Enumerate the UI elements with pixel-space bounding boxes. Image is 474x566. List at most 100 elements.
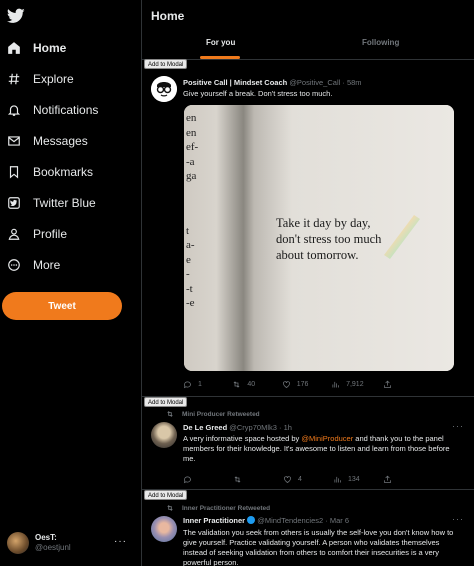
more-circle-icon	[8, 259, 20, 271]
tweet-header: Inner Practitioner @MindTendencies2 · Ma…	[183, 516, 350, 525]
tweet-text: A very informative space hosted by @Mini…	[183, 434, 450, 463]
reply-icon	[183, 381, 191, 388]
bookmark-icon	[9, 166, 19, 179]
person-icon	[8, 228, 20, 240]
add-to-modal-button[interactable]: Add to Modal	[144, 397, 188, 407]
tweet-avatar[interactable]	[151, 516, 177, 542]
reply-button[interactable]: 1	[183, 378, 213, 390]
tweet-header: Positive Call | Mindset Coach @Positive_…	[183, 78, 362, 87]
add-to-modal-button[interactable]: Add to Modal	[144, 490, 188, 500]
retweeted-by[interactable]: Inner Practitioner Retweeted	[182, 505, 270, 512]
nav-bookmarks[interactable]: Bookmarks	[7, 161, 93, 183]
retweet-count: 40	[247, 380, 256, 388]
verified-badge-icon	[247, 516, 256, 524]
nav-bookmarks-label: Bookmarks	[33, 165, 94, 179]
share-icon	[384, 475, 391, 483]
nav-twitter-blue[interactable]: Twitter Blue	[7, 192, 96, 214]
nav-messages[interactable]: Messages	[7, 130, 88, 152]
account-avatar	[7, 532, 29, 554]
account-switcher[interactable]: OesT: @oestjunl ···	[7, 530, 137, 556]
reply-button[interactable]	[183, 473, 213, 485]
retweeted-by[interactable]: Mini Producer Retweeted	[182, 411, 260, 418]
retweet-icon	[167, 411, 173, 417]
bar-chart-icon	[334, 476, 341, 482]
share-button[interactable]	[383, 378, 413, 390]
account-more-icon[interactable]: ···	[114, 536, 127, 547]
nav-messages-label: Messages	[33, 134, 88, 148]
retweet-button[interactable]	[233, 473, 263, 485]
tweet-author-name[interactable]: De Le Greed	[183, 423, 227, 432]
like-count: 176	[296, 380, 309, 388]
tweet-actions: 1 40 176 7,912	[183, 378, 413, 390]
nav-home[interactable]: Home	[7, 37, 66, 59]
tweet-media-image[interactable]: en en ef- -a ga t a- e - -t -e Take it d…	[184, 105, 454, 371]
like-button[interactable]: 176	[282, 378, 312, 390]
views-button[interactable]: 7,912	[331, 378, 364, 390]
retweet-icon	[167, 505, 173, 511]
nav-profile-label: Profile	[33, 227, 68, 241]
tweet-author-handle[interactable]: @Cryp70Mlk3	[229, 423, 277, 432]
tweet-more-icon[interactable]: ···	[452, 421, 464, 431]
share-button[interactable]	[383, 473, 413, 485]
tweet-author-handle[interactable]: @Positive_Call	[289, 78, 340, 87]
account-handle: @oestjunl	[35, 543, 71, 552]
hashtag-icon	[8, 73, 20, 85]
tweet-actions: 4 134	[183, 473, 413, 485]
nav-profile[interactable]: Profile	[7, 223, 67, 245]
nav-notifications-label: Notifications	[33, 103, 99, 117]
view-count: 7,912	[346, 380, 364, 388]
nav-twitter-blue-label: Twitter Blue	[33, 196, 96, 210]
nav-explore[interactable]: Explore	[7, 68, 74, 90]
nav-more[interactable]: More	[7, 254, 60, 276]
tweet-more-icon[interactable]: ···	[452, 514, 464, 524]
timeline-header: Home For you Following	[142, 0, 474, 60]
sidebar: Home Explore Notifications Messages Book…	[0, 0, 142, 566]
like-button[interactable]: 4	[283, 473, 313, 485]
share-icon	[384, 380, 391, 388]
add-to-modal-button[interactable]: Add to Modal	[144, 59, 188, 69]
tweet-avatar[interactable]	[151, 422, 177, 448]
like-count: 4	[298, 475, 302, 483]
twitter-blue-icon	[8, 197, 20, 209]
nav-explore-label: Explore	[33, 72, 74, 86]
nav-home-label: Home	[33, 41, 67, 55]
tweet-time[interactable]: Mar 6	[330, 516, 349, 525]
tweet-divider	[142, 396, 474, 397]
tweet-time[interactable]: 58m	[347, 78, 362, 87]
image-quote-text: Take it day by day, don't stress too muc…	[276, 216, 382, 262]
retweet-context: Mini Producer Retweeted	[166, 410, 260, 418]
tab-for-you[interactable]: For you	[206, 38, 235, 47]
nav-notifications[interactable]: Notifications	[7, 99, 98, 121]
tab-following[interactable]: Following	[362, 38, 399, 47]
tab-indicator	[200, 56, 240, 59]
main-timeline: Home For you Following Add to Modal Posi…	[142, 0, 474, 566]
heart-icon	[282, 380, 290, 388]
retweet-icon	[233, 380, 240, 388]
reply-icon	[183, 476, 191, 483]
reply-count: 1	[198, 380, 202, 388]
tweet-author-handle[interactable]: @MindTendencies2	[257, 516, 323, 525]
tweet-divider	[142, 489, 474, 490]
tweet-time[interactable]: 1h	[284, 423, 292, 432]
tweet-author-name[interactable]: Inner Practitioner	[183, 516, 245, 525]
bell-icon	[7, 105, 21, 116]
home-icon	[8, 42, 20, 54]
retweet-icon	[234, 475, 241, 483]
mention-link[interactable]: @MiniProducer	[301, 434, 353, 443]
tweet-avatar[interactable]	[151, 76, 177, 102]
page-title: Home	[151, 9, 185, 23]
heart-icon	[284, 475, 291, 483]
bar-chart-icon	[332, 381, 339, 387]
twitter-logo-icon[interactable]	[7, 8, 25, 24]
tweet-button[interactable]: Tweet	[2, 292, 122, 320]
tweet-author-name[interactable]: Positive Call | Mindset Coach	[183, 78, 287, 87]
envelope-icon	[8, 136, 20, 146]
account-name: OesT:	[35, 533, 57, 542]
nav-more-label: More	[33, 258, 61, 272]
tweet-text: The validation you seek from others is u…	[183, 528, 454, 566]
retweet-context: Inner Practitioner Retweeted	[166, 504, 270, 512]
views-button[interactable]: 134	[333, 473, 363, 485]
retweet-button[interactable]: 40	[232, 378, 262, 390]
view-count: 134	[348, 475, 360, 483]
page-margin-text: en en ef- -a ga t a- e - -t -e	[186, 112, 199, 309]
